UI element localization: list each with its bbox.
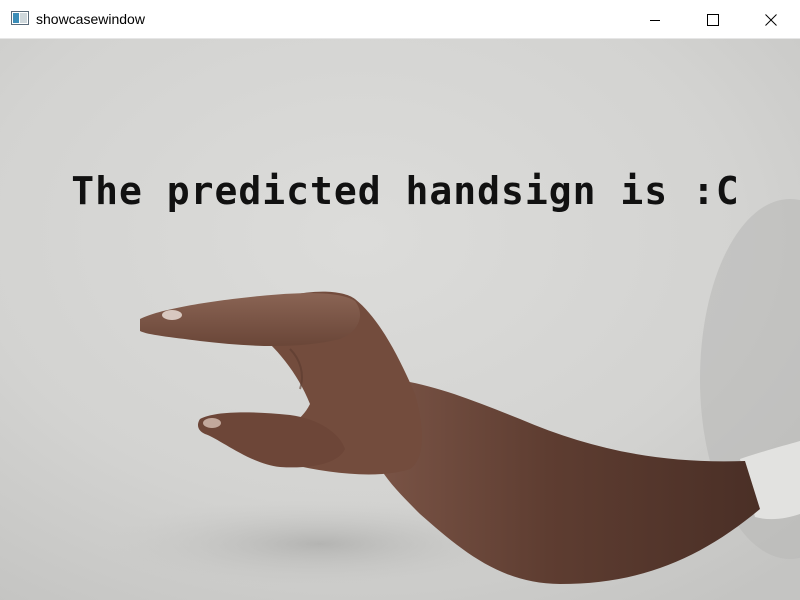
close-button[interactable] bbox=[742, 0, 800, 39]
app-icon bbox=[11, 11, 29, 25]
maximize-button[interactable] bbox=[684, 0, 742, 39]
maximize-icon bbox=[707, 13, 719, 26]
close-icon bbox=[765, 13, 777, 26]
title-bar[interactable]: showcasewindow bbox=[0, 0, 800, 39]
app-window: showcasewindow The predicted handsign is… bbox=[0, 0, 800, 600]
prediction-overlay-text: The predicted handsign is :C bbox=[71, 169, 740, 213]
window-title: showcasewindow bbox=[36, 11, 145, 27]
camera-feed: The predicted handsign is :C bbox=[0, 39, 800, 600]
camera-frame bbox=[0, 39, 800, 600]
minimize-icon bbox=[650, 19, 660, 21]
upper-fingernail bbox=[162, 310, 182, 320]
minimize-button[interactable] bbox=[626, 0, 684, 39]
thumbnail bbox=[203, 418, 221, 428]
